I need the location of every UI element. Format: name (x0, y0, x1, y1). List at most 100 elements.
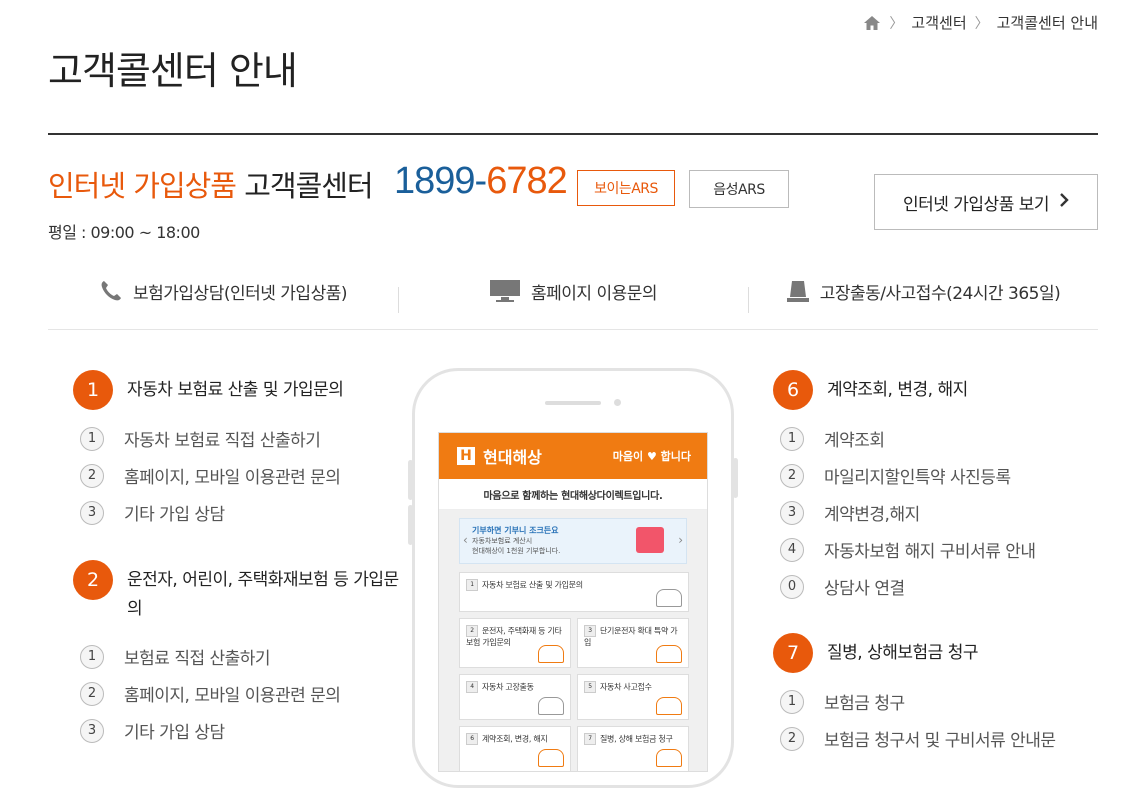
submenu-label: 계약조회 (824, 431, 885, 451)
submenu-number: 3 (80, 718, 104, 743)
submenu-label: 계약변경,해지 (824, 505, 920, 525)
app-menu-item: 2 운전자, 주택화재 등 기타보험 가입문의 (459, 618, 571, 668)
submenu-label: 상담사 연결 (824, 579, 905, 599)
menu-number: 6 (773, 370, 813, 410)
app-item-label: 자동차 고장출동 (482, 682, 534, 692)
submenu-item[interactable]: 2 홈페이지, 모바일 이용관련 문의 (80, 457, 403, 494)
submenu-label: 마일리지할인특약 사진등록 (824, 468, 1011, 488)
category-insurance-consult: 보험가입상담(인터넷 가입상품) (48, 279, 398, 304)
phone-camera (614, 399, 621, 406)
callcenter-title-highlight: 인터넷 가입상품 (48, 169, 237, 203)
app-header: H 현대해상 마음이 ♥ 합니다 (439, 433, 707, 479)
category-row: 보험가입상담(인터넷 가입상품) 홈페이지 이용문의 고장출동/사고접수(24시… (48, 270, 1098, 313)
chevron-right-icon: › (678, 533, 683, 547)
menu-item-7[interactable]: 7 질병, 상해보험금 청구 (773, 633, 1103, 673)
submenu-item[interactable]: 1 보험료 직접 산출하기 (80, 638, 403, 675)
view-products-button[interactable]: 인터넷 가입상품 보기 (874, 174, 1098, 230)
menu-number: 2 (73, 560, 113, 600)
menu-group-7: 7 질병, 상해보험금 청구 1 보험금 청구 2 보험금 청구서 및 구비서류 안… (773, 633, 1103, 757)
submenu-number: 3 (780, 500, 804, 525)
submenu-item[interactable]: 2 마일리지할인특약 사진등록 (780, 457, 1103, 494)
submenu-item[interactable]: 3 기타 가입 상담 (80, 712, 403, 749)
breadcrumb-item[interactable]: 고객센터 (911, 12, 966, 33)
submenu-number: 2 (780, 463, 804, 488)
app-menu-item: 3 단기운전자 확대 특약 가입 (577, 618, 689, 668)
app-item-number: 1 (466, 579, 478, 591)
app-item-number: 4 (466, 681, 478, 693)
category-label: 홈페이지 이용문의 (530, 283, 658, 304)
menu-group-6: 6 계약조회, 변경, 해지 1 계약조회 2 마일리지할인특약 사진등록 3 계약변… (773, 370, 1103, 605)
submenu-item[interactable]: 4 자동차보험 해지 구비서류 안내 (780, 531, 1103, 568)
app-item-number: 6 (466, 733, 478, 745)
submenu-number: 4 (780, 537, 804, 562)
car-icon (538, 697, 564, 715)
app-item-number: 3 (584, 625, 596, 637)
submenu-label: 자동차보험 해지 구비서류 안내 (824, 542, 1036, 562)
submenu-number: 1 (80, 644, 104, 669)
submenu-item[interactable]: 1 자동차 보험료 직접 산출하기 (80, 420, 403, 457)
submenu-item[interactable]: 1 보험금 청구 (780, 683, 1103, 720)
app-item-label: 계약조회, 변경, 해지 (482, 734, 548, 744)
title-divider (48, 133, 1098, 135)
submenu-label: 자동차 보험료 직접 산출하기 (124, 431, 321, 451)
submenu-number: 3 (80, 500, 104, 525)
gift-icon (636, 527, 664, 553)
submenu-item[interactable]: 3 기타 가입 상담 (80, 494, 403, 531)
submenu-label: 홈페이지, 모바일 이용관련 문의 (124, 468, 341, 488)
submenu-label: 보험금 청구 (824, 694, 905, 714)
phone-speaker (545, 401, 601, 405)
callcenter-phone-number: 1899-6782 (394, 160, 568, 203)
submenu-number: 1 (780, 426, 804, 451)
voice-ars-button[interactable]: 음성ARS (689, 170, 789, 208)
app-item-label: 운전자, 주택화재 등 기타보험 가입문의 (466, 626, 562, 648)
document-icon (656, 645, 682, 663)
phone-screen: H 현대해상 마음이 ♥ 합니다 마음으로 함께하는 현대해상다이렉트입니다. ‹… (438, 432, 708, 772)
callcenter-title: 인터넷 가입상품 고객콜센터 (48, 163, 374, 205)
menu-item-6[interactable]: 6 계약조회, 변경, 해지 (773, 370, 1103, 410)
app-menu-item: 6 계약조회, 변경, 해지 (459, 726, 571, 771)
submenu-number: 0 (780, 574, 804, 599)
hyundai-logo-icon: H (457, 447, 475, 465)
menu-group-1: 1 자동차 보험료 산출 및 가입문의 1 자동차 보험료 직접 산출하기 2 홈페… (73, 370, 403, 531)
visible-ars-button[interactable]: 보이는ARS (577, 170, 675, 206)
menu-number: 7 (773, 633, 813, 673)
submenu-item[interactable]: 2 보험금 청구서 및 구비서류 안내문 (780, 720, 1103, 757)
app-menu-item: 4 자동차 고장출동 (459, 674, 571, 720)
app-item-label: 질병, 상해 보험금 청구 (600, 734, 673, 744)
car-accident-icon (656, 697, 682, 715)
document-icon (656, 749, 682, 767)
menu-label: 계약조회, 변경, 해지 (827, 380, 968, 400)
phone-icon (99, 279, 123, 303)
submenu-item[interactable]: 0 상담사 연결 (780, 568, 1103, 605)
submenu-label: 기타 가입 상담 (124, 505, 225, 525)
submenu-item[interactable]: 3 계약변경,해지 (780, 494, 1103, 531)
app-logo: H 현대해상 (457, 444, 542, 468)
submenu-label: 홈페이지, 모바일 이용관련 문의 (124, 686, 341, 706)
category-label: 고장출동/사고접수(24시간 365일) (819, 283, 1061, 304)
app-item-label: 단기운전자 확대 특약 가입 (584, 626, 678, 648)
app-banner-text: 마음으로 함께하는 현대해상다이렉트입니다. (439, 479, 707, 510)
breadcrumb-current: 고객콜센터 안내 (996, 14, 1098, 32)
view-products-label: 인터넷 가입상품 보기 (902, 194, 1050, 215)
app-item-number: 7 (584, 733, 596, 745)
submenu-label: 기타 가입 상담 (124, 723, 225, 743)
chevron-left-icon: ‹ (463, 533, 468, 547)
app-menu-item: 7 질병, 상해 보험금 청구 (577, 726, 689, 771)
submenu-item[interactable]: 2 홈페이지, 모바일 이용관련 문의 (80, 675, 403, 712)
app-item-number: 2 (466, 625, 478, 637)
app-slogan: 마음이 ♥ 합니다 (612, 450, 691, 463)
page-title: 고객콜센터 안내 (48, 49, 298, 93)
app-menu-item: 1 자동차 보험료 산출 및 가입문의 (459, 572, 689, 612)
home-icon[interactable] (863, 15, 881, 31)
menu-item-2[interactable]: 2 운전자, 어린이, 주택화재보험 등 가입문의 (73, 560, 403, 624)
menu-item-1[interactable]: 1 자동차 보험료 산출 및 가입문의 (73, 370, 403, 410)
category-homepage-inquiry: 홈페이지 이용문의 (398, 279, 748, 313)
breadcrumb: 〉 고객센터 〉 고객콜센터 안내 (863, 12, 1098, 33)
menu-label: 질병, 상해보험금 청구 (827, 643, 978, 663)
submenu-number: 1 (780, 689, 804, 714)
submenu-label: 보험료 직접 산출하기 (124, 649, 271, 669)
app-item-label: 자동차 사고접수 (600, 682, 652, 692)
category-divider (48, 329, 1098, 330)
submenu-item[interactable]: 1 계약조회 (780, 420, 1103, 457)
house-icon (538, 645, 564, 663)
